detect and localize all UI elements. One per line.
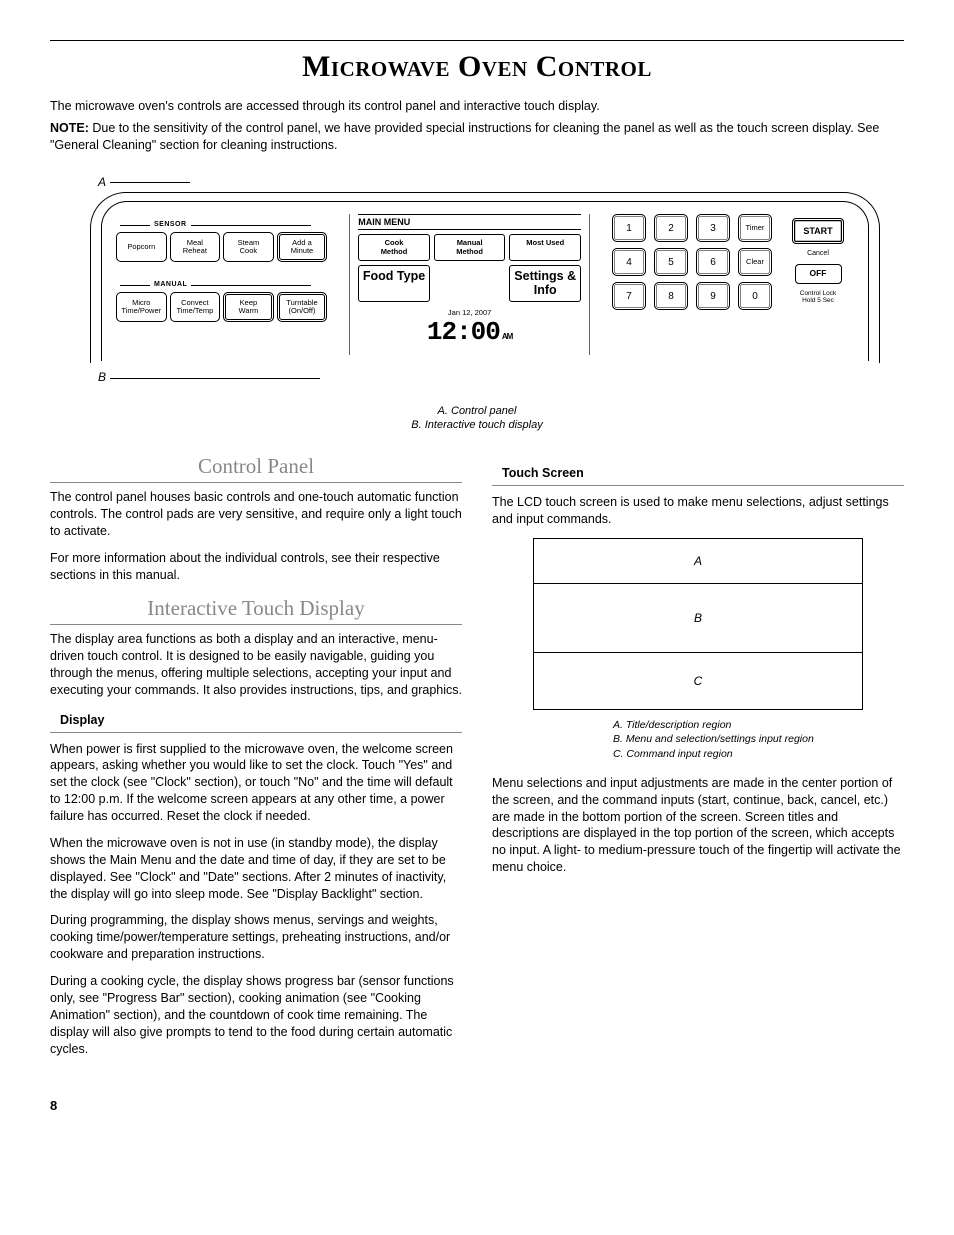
display-time: 12:00AM [358,319,581,345]
cp-p2: For more information about the individua… [50,550,462,584]
itd-p1: The display area functions as both a dis… [50,631,462,699]
cp-p1: The control panel houses basic controls … [50,489,462,540]
turntable-button[interactable]: Turntable (On/Off) [277,292,328,323]
touch-caption: A. Title/description region B. Menu and … [613,718,863,761]
note-label: NOTE: [50,121,89,135]
steam-cook-button[interactable]: Steam Cook [223,232,274,263]
callout-a: A [98,174,904,190]
convect-button[interactable]: Convect Time/Temp [170,292,221,323]
off-button[interactable]: OFF [795,264,842,283]
key-timer[interactable]: Timer [738,214,772,242]
micro-button[interactable]: Micro Time/Power [116,292,167,323]
callout-b: B [98,369,904,385]
keypad-area: 1 2 3 Timer 4 5 6 Clear 7 8 9 0 START Ca… [612,214,854,355]
touch-p1: The LCD touch screen is used to make men… [492,494,904,528]
add-minute-button[interactable]: Add a Minute [277,232,328,263]
intro-note: NOTE: Due to the sensitivity of the cont… [50,120,904,154]
food-type-button[interactable]: Food Type [358,265,430,303]
touch-cap-a: A. Title/description region [613,718,863,732]
key-3[interactable]: 3 [696,214,730,242]
key-0[interactable]: 0 [738,282,772,310]
key-1[interactable]: 1 [612,214,646,242]
page-number: 8 [50,1097,904,1115]
key-2[interactable]: 2 [654,214,688,242]
note-text: Due to the sensitivity of the control pa… [50,121,879,152]
touch-region-a: A [534,539,862,583]
touch-p2: Menu selections and input adjustments ar… [492,775,904,876]
control-panel-heading: Control Panel [50,452,462,483]
manual-method-button[interactable]: Manual Method [434,234,506,261]
manual-group-label: MANUAL [154,280,327,289]
touch-box: A B C [533,538,863,711]
caption-a: A. Control panel [50,404,904,418]
panel-outer: SENSOR Popcorn Meal Reheat Steam Cook Ad… [90,192,880,363]
start-button[interactable]: START [792,218,843,244]
control-lock-label: Control Lock Hold 5 Sec [800,290,837,304]
touch-region-c: C [534,652,862,709]
main-menu-title: MAIN MENU [358,214,581,230]
key-6[interactable]: 6 [696,248,730,276]
disp-p4: During a cooking cycle, the display show… [50,973,462,1057]
key-5[interactable]: 5 [654,248,688,276]
meal-reheat-button[interactable]: Meal Reheat [170,232,221,263]
intro-block: The microwave oven's controls are access… [50,98,904,155]
key-8[interactable]: 8 [654,282,688,310]
cook-method-button[interactable]: Cook Method [358,234,430,261]
manual-row: Micro Time/Power Convect Time/Temp Keep … [116,292,327,323]
caption-b: B. Interactive touch display [50,418,904,432]
two-column-layout: Control Panel The control panel houses b… [50,452,904,1067]
right-column: Touch Screen The LCD touch screen is use… [492,452,904,1067]
sensor-group-label: SENSOR [154,220,327,229]
key-clear[interactable]: Clear [738,248,772,276]
popcorn-button[interactable]: Popcorn [116,232,167,263]
lcd-display[interactable]: MAIN MENU Cook Method Manual Method Most… [349,214,590,355]
intro-p1: The microwave oven's controls are access… [50,98,904,115]
key-7[interactable]: 7 [612,282,646,310]
time-value: 12:00 [427,317,500,347]
touch-cap-c: C. Command input region [613,747,863,761]
start-column: START Cancel OFF Control Lock Hold 5 Sec [782,214,854,355]
left-column: Control Panel The control panel houses b… [50,452,462,1067]
cancel-label: Cancel [807,250,829,258]
time-ampm: AM [502,332,512,341]
top-rule [50,40,904,41]
keypad-grid: 1 2 3 Timer 4 5 6 Clear 7 8 9 0 [612,214,772,355]
sensor-column: SENSOR Popcorn Meal Reheat Steam Cook Ad… [116,214,327,355]
sensor-row: Popcorn Meal Reheat Steam Cook Add a Min… [116,232,327,263]
disp-p1: When power is first supplied to the micr… [50,741,462,825]
key-9[interactable]: 9 [696,282,730,310]
disp-p2: When the microwave oven is not in use (i… [50,835,462,903]
disp-p3: During programming, the display shows me… [50,912,462,963]
page-title: Microwave Oven Control [50,47,904,88]
menu-grid-2: Food Type Settings & Info [358,265,581,303]
keep-warm-button[interactable]: Keep Warm [223,292,274,323]
menu-grid-1: Cook Method Manual Method Most Used [358,234,581,261]
key-4[interactable]: 4 [612,248,646,276]
figure-caption: A. Control panel B. Interactive touch di… [50,404,904,433]
panel-inner: SENSOR Popcorn Meal Reheat Steam Cook Ad… [101,201,869,361]
settings-info-button[interactable]: Settings & Info [509,265,581,303]
itd-heading: Interactive Touch Display [50,594,462,625]
control-panel-figure: A SENSOR Popcorn Meal Reheat Steam Cook … [90,174,904,385]
touch-screen-figure: A B C A. Title/description region B. Men… [533,538,863,761]
touch-cap-b: B. Menu and selection/settings input reg… [613,732,863,746]
display-subheading: Display [50,709,462,733]
touch-screen-subheading: Touch Screen [492,462,904,486]
touch-region-b: B [534,583,862,652]
most-used-button[interactable]: Most Used [509,234,581,261]
